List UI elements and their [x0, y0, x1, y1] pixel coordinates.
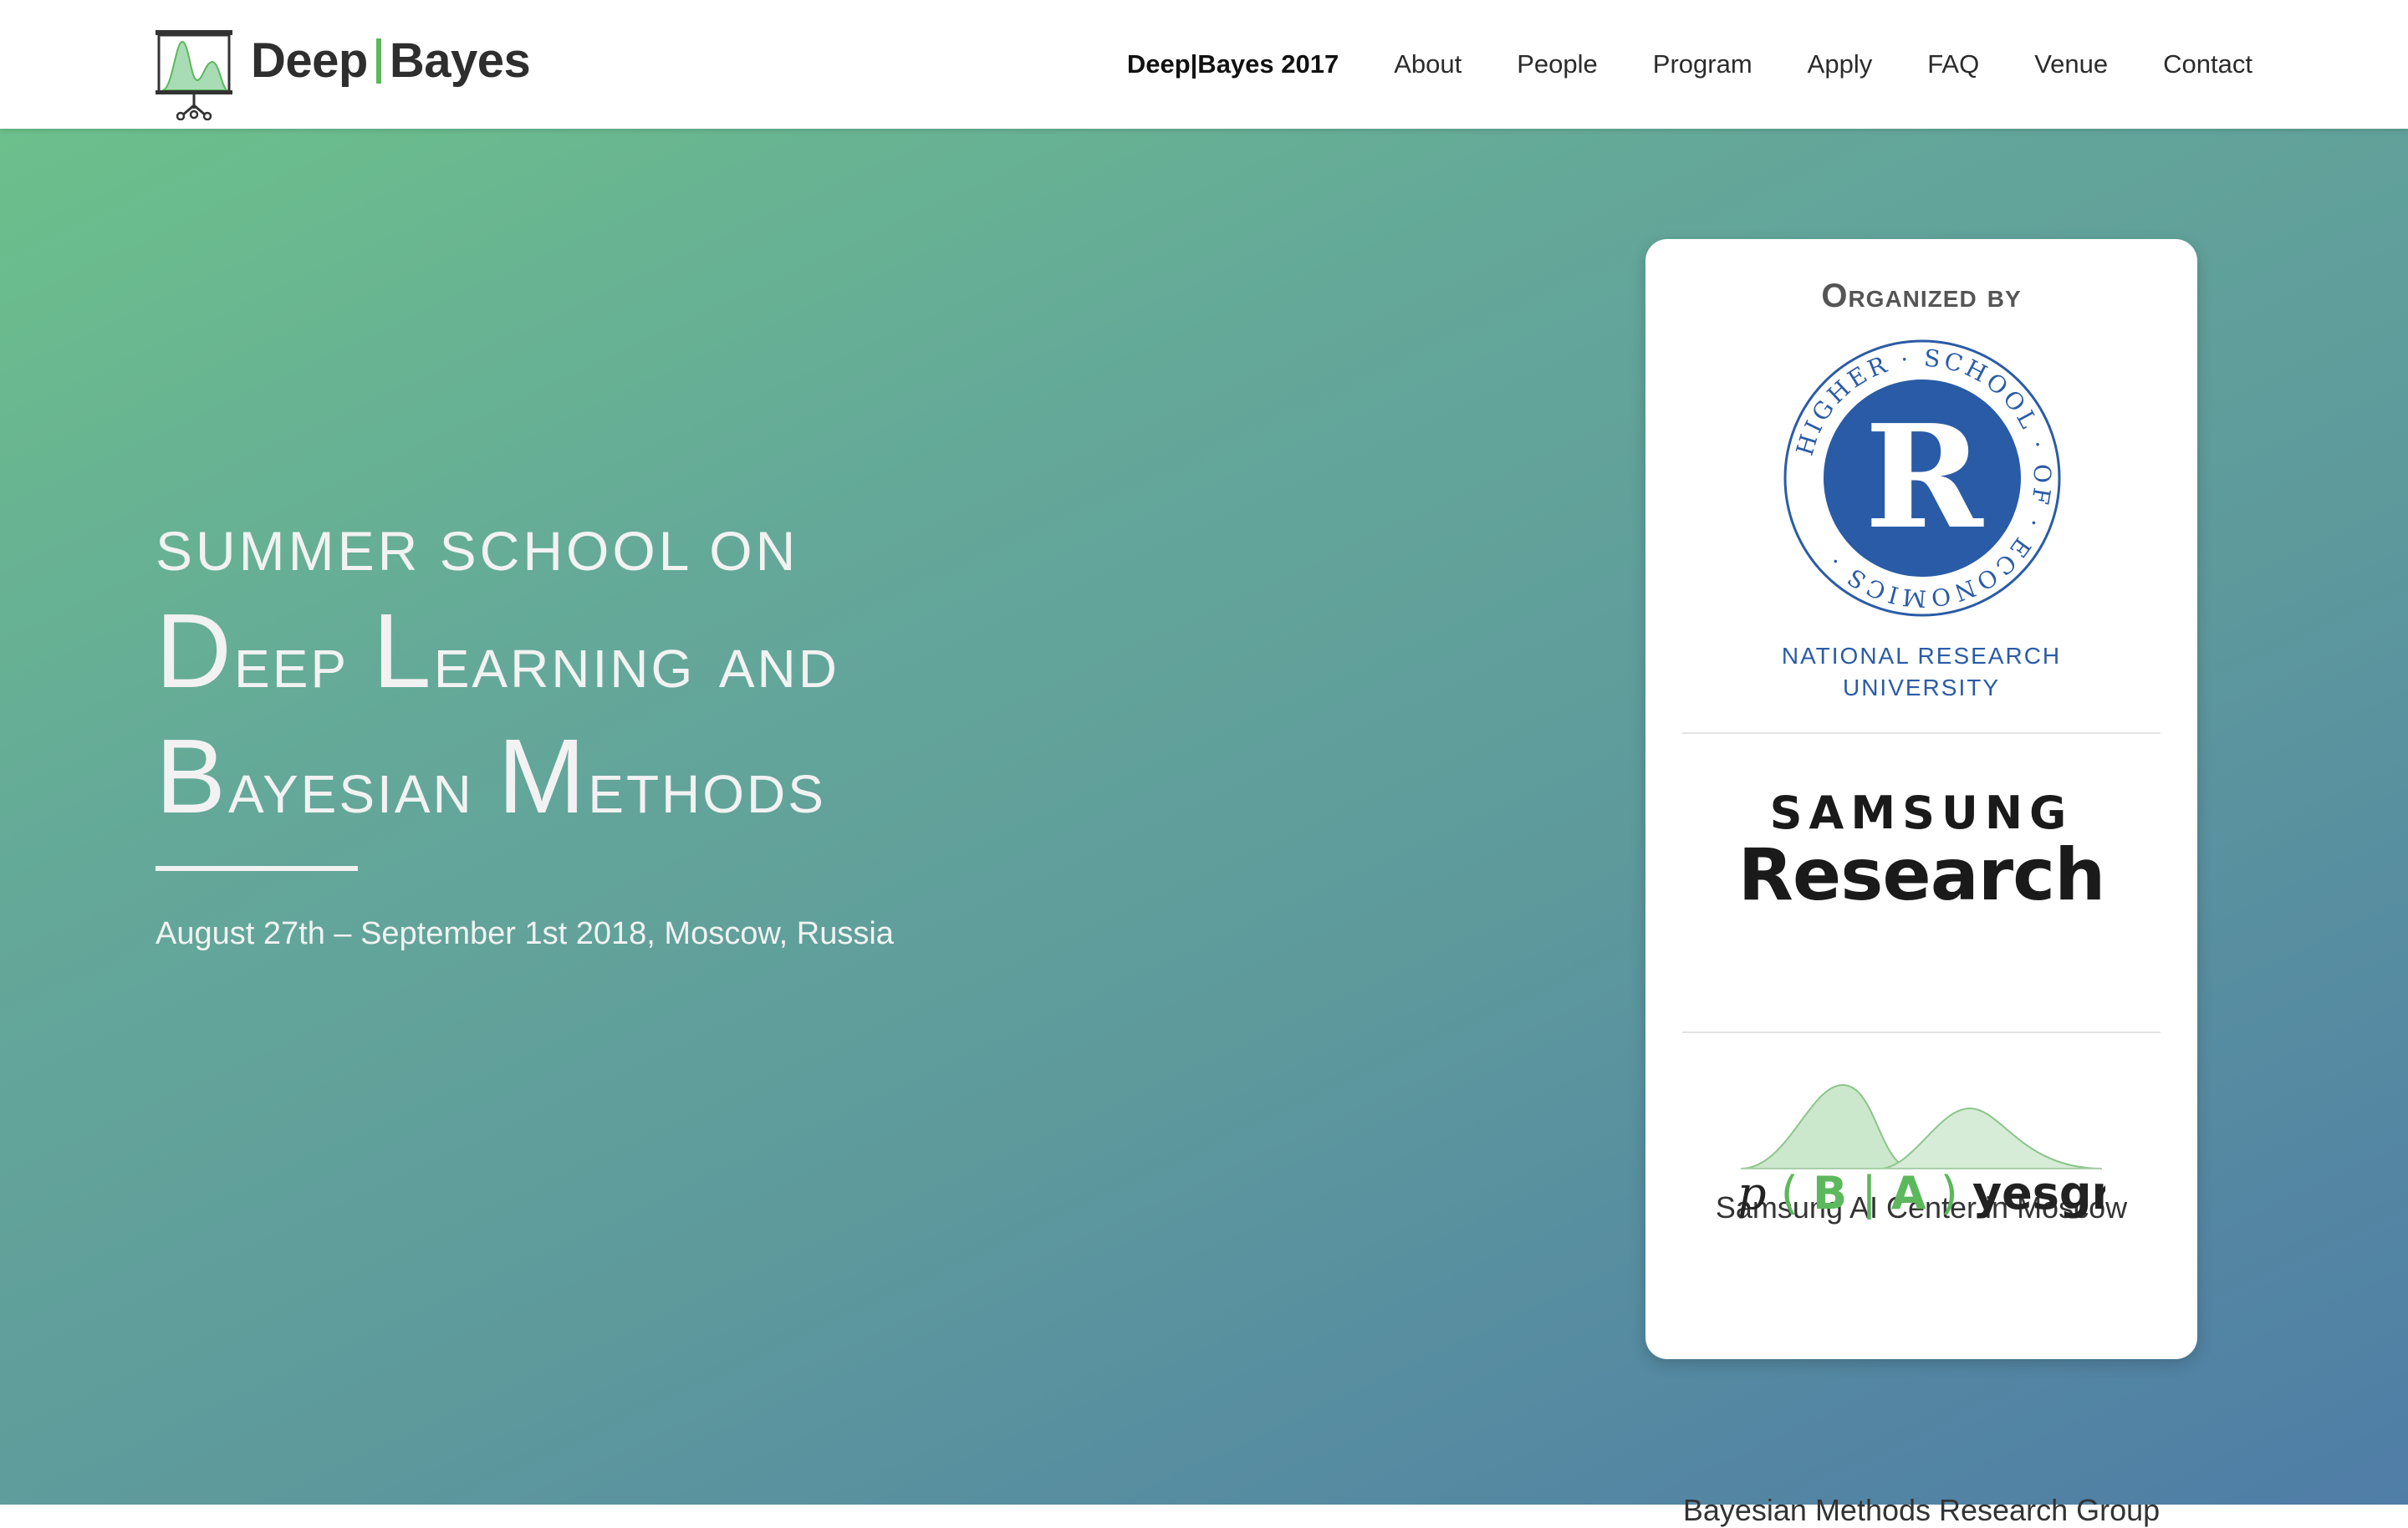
event-date-location: August 27th – September 1st 2018, Moscow… [156, 916, 894, 951]
projector-screen-chart-icon [156, 30, 232, 120]
nav-link-faq[interactable]: FAQ [1927, 49, 1979, 79]
hse-seal-letter: R [1865, 394, 1984, 561]
hse-university-logo[interactable]: HIGHER · SCHOOL · OF · ECONOMICS · R [1782, 338, 2063, 619]
hse-caption-line-2: UNIVERSITY [1842, 675, 2001, 700]
title-word-and: and [718, 619, 839, 704]
brand-wordmark: Deep Bayes [251, 33, 531, 88]
hero-title-line-1: Deep Learning and [156, 593, 894, 719]
nav-link-deepbayes-2017[interactable]: Deep|Bayes 2017 [1127, 49, 1339, 79]
brand-part-deep: Deep [251, 33, 368, 88]
brand-separator [375, 38, 381, 84]
samsung-wordmark: SAMSUNG [1769, 787, 2074, 839]
samsung-research-logo[interactable]: SAMSUNG Research [1645, 787, 2197, 917]
hero-divider [156, 866, 358, 871]
bayesgroup-logo[interactable]: p ( B | A ) yesgroup.ru [1737, 1075, 2105, 1234]
nav-link-people[interactable]: People [1517, 49, 1598, 79]
title-word-ayesian: ayesian [228, 744, 498, 829]
bayesgroup-wordmark: p ( B | A ) yesgroup.ru [1737, 1167, 2105, 1220]
organizers-card: Organized by HIGHER · SCHOOL · OF · ECON… [1645, 239, 2197, 1527]
brand-part-bayes: Bayes [389, 33, 531, 88]
nav-menu: Deep|Bayes 2017 About People Program App… [1127, 47, 2252, 82]
title-word-earning: earning [433, 619, 719, 704]
card-divider-2 [1682, 1031, 2161, 1033]
title-initial-l: L [372, 592, 434, 710]
brand-home-link[interactable]: Deep Bayes [154, 28, 531, 120]
card-divider-1 [1682, 732, 2161, 734]
title-initial-m: M [497, 717, 589, 835]
hero-title-line-2: Bayesian Methods [156, 719, 894, 844]
title-initial-d: D [156, 592, 234, 710]
organizers-title: Organized by [1821, 278, 2022, 314]
nav-link-about[interactable]: About [1394, 49, 1462, 79]
top-navbar: Deep Bayes Deep|Bayes 2017 About People … [0, 0, 2408, 129]
hse-caption-line-1: NATIONAL RESEARCH [1781, 643, 2062, 669]
nav-link-program[interactable]: Program [1653, 49, 1752, 79]
samsung-research-wordmark: Research [1737, 833, 2106, 917]
hero-kicker: SUMMER SCHOOL ON [156, 520, 799, 582]
title-initial-b: B [156, 717, 229, 835]
nav-link-venue[interactable]: Venue [2034, 49, 2108, 79]
nav-link-contact[interactable]: Contact [2163, 49, 2252, 79]
hse-caption: NATIONAL RESEARCH UNIVERSITY [1645, 640, 2197, 704]
hero-text-block: SUMMER SCHOOL ON Deep Learning and Bayes… [156, 523, 894, 952]
title-word-ethods: ethods [588, 744, 826, 829]
nav-link-apply[interactable]: Apply [1808, 49, 1873, 79]
bayesgroup-caption: Bayesian Methods Research Group [1682, 1493, 2161, 1527]
title-word-eep: eep [234, 619, 373, 704]
